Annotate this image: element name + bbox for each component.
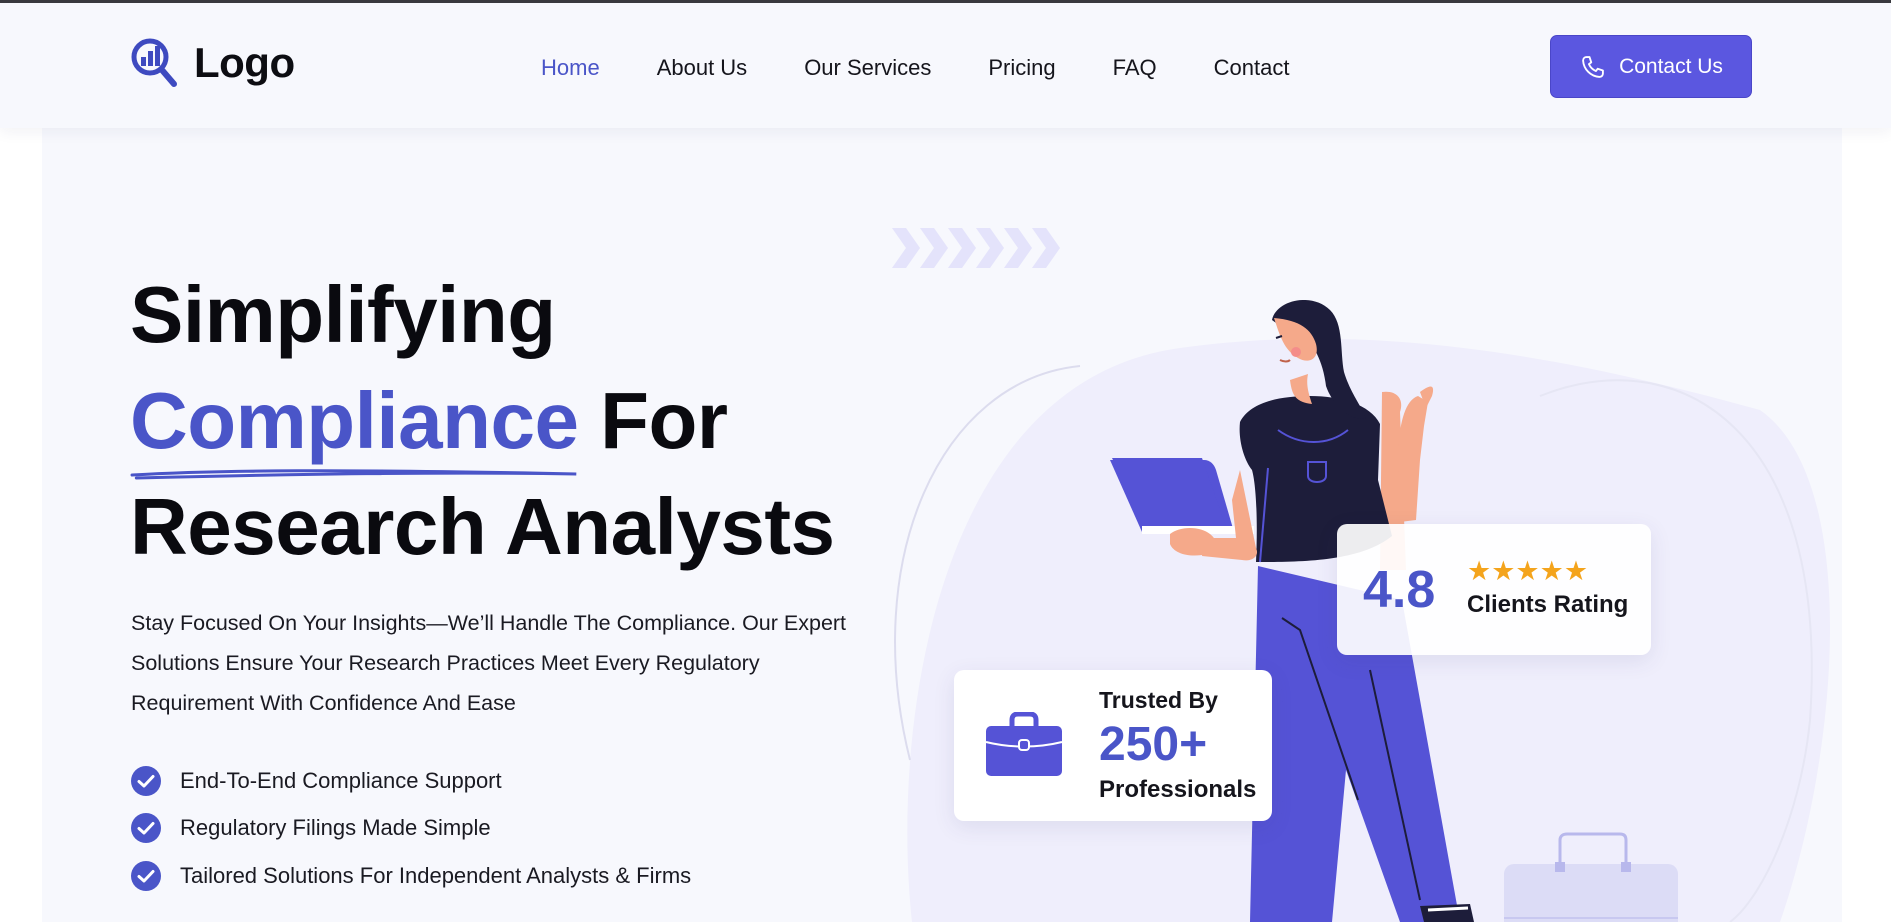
nav-our-services[interactable]: Our Services bbox=[804, 55, 931, 81]
feature-text: Tailored Solutions For Independent Analy… bbox=[180, 862, 692, 888]
main-nav: Home About Us Our Services Pricing FAQ C… bbox=[541, 55, 1289, 81]
contact-us-button[interactable]: Contact Us bbox=[1550, 35, 1752, 98]
hero-description: Stay Focused On Your Insights—We’ll Hand… bbox=[131, 611, 847, 715]
nav-pricing[interactable]: Pricing bbox=[988, 55, 1055, 81]
rating-label: Clients Rating bbox=[1467, 591, 1629, 618]
feature-item: End-To-End Compliance Support bbox=[130, 757, 691, 805]
site-header: Logo Home About Us Our Services Pricing … bbox=[0, 3, 1891, 128]
trusted-by-subject: Professionals bbox=[1099, 776, 1257, 803]
trusted-by-label: Trusted By bbox=[1099, 687, 1218, 713]
brush-underline bbox=[130, 469, 577, 480]
check-circle-icon bbox=[131, 765, 161, 796]
nav-faq[interactable]: FAQ bbox=[1113, 55, 1157, 81]
hero-headline: Simplifying Compliance For Research Anal… bbox=[130, 262, 835, 580]
magnifier-bar-chart-icon bbox=[131, 38, 177, 87]
nav-home[interactable]: Home bbox=[541, 55, 600, 81]
star-rating: ★★★★★ bbox=[1467, 556, 1589, 586]
logo[interactable]: Logo bbox=[130, 35, 295, 91]
trusted-by-card: Trusted By 250+ Professionals bbox=[954, 670, 1272, 821]
nav-about-us[interactable]: About Us bbox=[657, 55, 748, 81]
nav-contact[interactable]: Contact bbox=[1214, 55, 1290, 81]
headline-line-3: Research Analysts bbox=[130, 482, 835, 571]
headline-highlight: Compliance bbox=[130, 368, 579, 480]
feature-text: Regulatory Filings Made Simple bbox=[180, 815, 491, 841]
trusted-by-number: 250+ bbox=[1099, 718, 1208, 771]
feature-list: End-To-End Compliance Support Regulatory… bbox=[130, 757, 691, 900]
headline-line-2: Compliance For bbox=[130, 368, 834, 480]
feature-item: Tailored Solutions For Independent Analy… bbox=[130, 852, 691, 900]
phone-icon bbox=[1582, 55, 1604, 78]
feature-item: Regulatory Filings Made Simple bbox=[130, 805, 691, 853]
rating-value: 4.8 bbox=[1363, 561, 1436, 619]
contact-us-label: Contact Us bbox=[1619, 54, 1723, 78]
feature-text: End-To-End Compliance Support bbox=[180, 767, 502, 793]
check-circle-icon bbox=[131, 813, 161, 844]
chevron-pattern-decoration bbox=[892, 228, 1060, 268]
check-circle-icon bbox=[131, 860, 161, 891]
headline-highlight-text: Compliance bbox=[130, 376, 579, 465]
headline-line-2-rest: For bbox=[578, 376, 728, 465]
headline-line-1: Simplifying bbox=[130, 270, 556, 359]
clients-rating-card: 4.8 ★★★★★ Clients Rating bbox=[1337, 524, 1651, 655]
logo-text: Logo bbox=[194, 39, 295, 86]
briefcase-icon bbox=[985, 712, 1063, 776]
